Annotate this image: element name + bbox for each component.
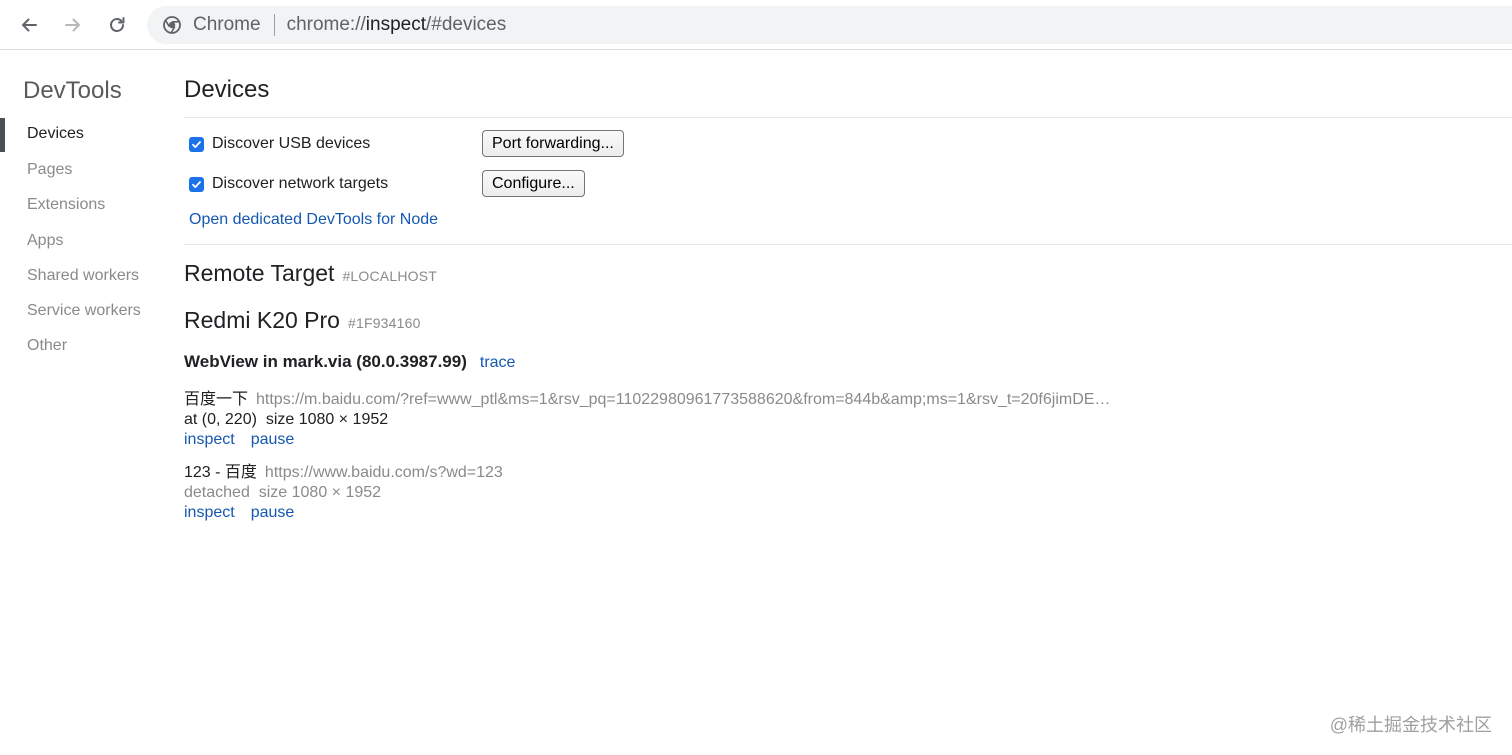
omnibox-label: Chrome bbox=[193, 14, 261, 35]
checkmark-icon bbox=[192, 180, 201, 188]
browser-name: WebView in mark.via (80.0.3987.99) bbox=[184, 352, 467, 371]
target-actions: inspect pause bbox=[184, 503, 1284, 523]
discover-network-checkbox[interactable] bbox=[189, 176, 204, 192]
sidebar-item-other[interactable]: Other bbox=[0, 332, 170, 360]
arrow-right-icon bbox=[65, 18, 80, 32]
sidebar-item-extensions[interactable]: Extensions bbox=[0, 191, 170, 219]
reload-button[interactable] bbox=[101, 9, 133, 41]
sidebar: DevTools Devices Pages Extensions Apps S… bbox=[0, 51, 170, 755]
discover-usb-option: Discover USB devices bbox=[189, 132, 370, 156]
target-position: detached bbox=[184, 484, 250, 501]
discover-usb-label[interactable]: Discover USB devices bbox=[212, 135, 370, 153]
remote-target-heading: Remote Target #LOCALHOST bbox=[184, 260, 437, 287]
chrome-icon bbox=[162, 16, 181, 35]
target-item: 123 - 百度 https://www.baidu.com/s?wd=123 d… bbox=[184, 463, 1284, 523]
port-forwarding-button[interactable]: Port forwarding... bbox=[482, 130, 624, 157]
target-info: detached size 1080 × 1952 bbox=[184, 483, 1284, 503]
target-info: at (0, 220) size 1080 × 1952 bbox=[184, 410, 1284, 430]
discover-network-option: Discover network targets bbox=[189, 172, 388, 196]
target-item: 百度一下 https://m.baidu.com/?ref=www_ptl&ms=… bbox=[184, 390, 1284, 450]
target-name: 123 - 百度 bbox=[184, 464, 257, 481]
page-title: Devices bbox=[184, 76, 270, 103]
target-name: 百度一下 bbox=[184, 391, 249, 408]
inspect-link[interactable]: inspect bbox=[184, 504, 235, 521]
pause-link[interactable]: pause bbox=[251, 504, 295, 521]
target-header: 123 - 百度 https://www.baidu.com/s?wd=123 bbox=[184, 463, 1284, 483]
sidebar-item-shared-workers[interactable]: Shared workers bbox=[0, 262, 170, 290]
sidebar-item-apps[interactable]: Apps bbox=[0, 227, 170, 255]
reload-icon bbox=[110, 17, 125, 32]
inspect-link[interactable]: inspect bbox=[184, 431, 235, 448]
target-url: https://www.baidu.com/s?wd=123 bbox=[264, 464, 503, 481]
address-bar[interactable]: Chrome chrome://inspect/#devices bbox=[147, 6, 1512, 44]
pause-link[interactable]: pause bbox=[251, 431, 295, 448]
discover-usb-checkbox[interactable] bbox=[189, 136, 204, 152]
url-suffix: /#devices bbox=[425, 14, 507, 35]
arrow-left-icon bbox=[22, 18, 37, 32]
back-button[interactable] bbox=[13, 9, 45, 41]
trace-link[interactable]: trace bbox=[480, 354, 516, 372]
target-position: at (0, 220) bbox=[184, 411, 257, 428]
browser-toolbar: Chrome chrome://inspect/#devices bbox=[0, 0, 1512, 50]
sidebar-title: DevTools bbox=[23, 77, 122, 104]
checkmark-icon bbox=[192, 140, 201, 148]
remote-target-tag: #LOCALHOST bbox=[342, 268, 438, 284]
discover-network-label[interactable]: Discover network targets bbox=[212, 175, 388, 193]
device-name: Redmi K20 Pro bbox=[184, 307, 340, 333]
sidebar-item-pages[interactable]: Pages bbox=[0, 156, 170, 184]
url-text[interactable]: chrome://inspect/#devices bbox=[287, 14, 507, 36]
target-url: https://m.baidu.com/?ref=www_ptl&ms=1&rs… bbox=[256, 391, 1111, 408]
sidebar-item-service-workers[interactable]: Service workers bbox=[0, 297, 170, 325]
open-node-devtools-link[interactable]: Open dedicated DevTools for Node bbox=[189, 211, 438, 229]
target-header: 百度一下 https://m.baidu.com/?ref=www_ptl&ms=… bbox=[184, 390, 1284, 410]
browser-row: WebView in mark.via (80.0.3987.99) trace bbox=[184, 352, 515, 372]
url-host: inspect bbox=[365, 14, 426, 35]
url-prefix: chrome:// bbox=[286, 14, 366, 35]
divider bbox=[184, 244, 1512, 245]
sidebar-item-devices[interactable]: Devices bbox=[0, 118, 170, 152]
forward-button[interactable] bbox=[57, 9, 89, 41]
target-actions: inspect pause bbox=[184, 430, 1284, 450]
watermark: @稀土掘金技术社区 bbox=[1329, 715, 1492, 735]
device-serial: #1F934160 bbox=[347, 315, 421, 331]
omnibox-separator bbox=[273, 14, 275, 36]
devices-panel: Devices Discover USB devices Port forwar… bbox=[184, 51, 1512, 755]
configure-button[interactable]: Configure... bbox=[482, 170, 585, 197]
device-heading: Redmi K20 Pro #1F934160 bbox=[184, 307, 421, 334]
target-size: size 1080 × 1952 bbox=[265, 411, 389, 428]
target-size: size 1080 × 1952 bbox=[258, 484, 382, 501]
remote-target-title: Remote Target bbox=[184, 260, 335, 286]
divider bbox=[184, 117, 1512, 118]
